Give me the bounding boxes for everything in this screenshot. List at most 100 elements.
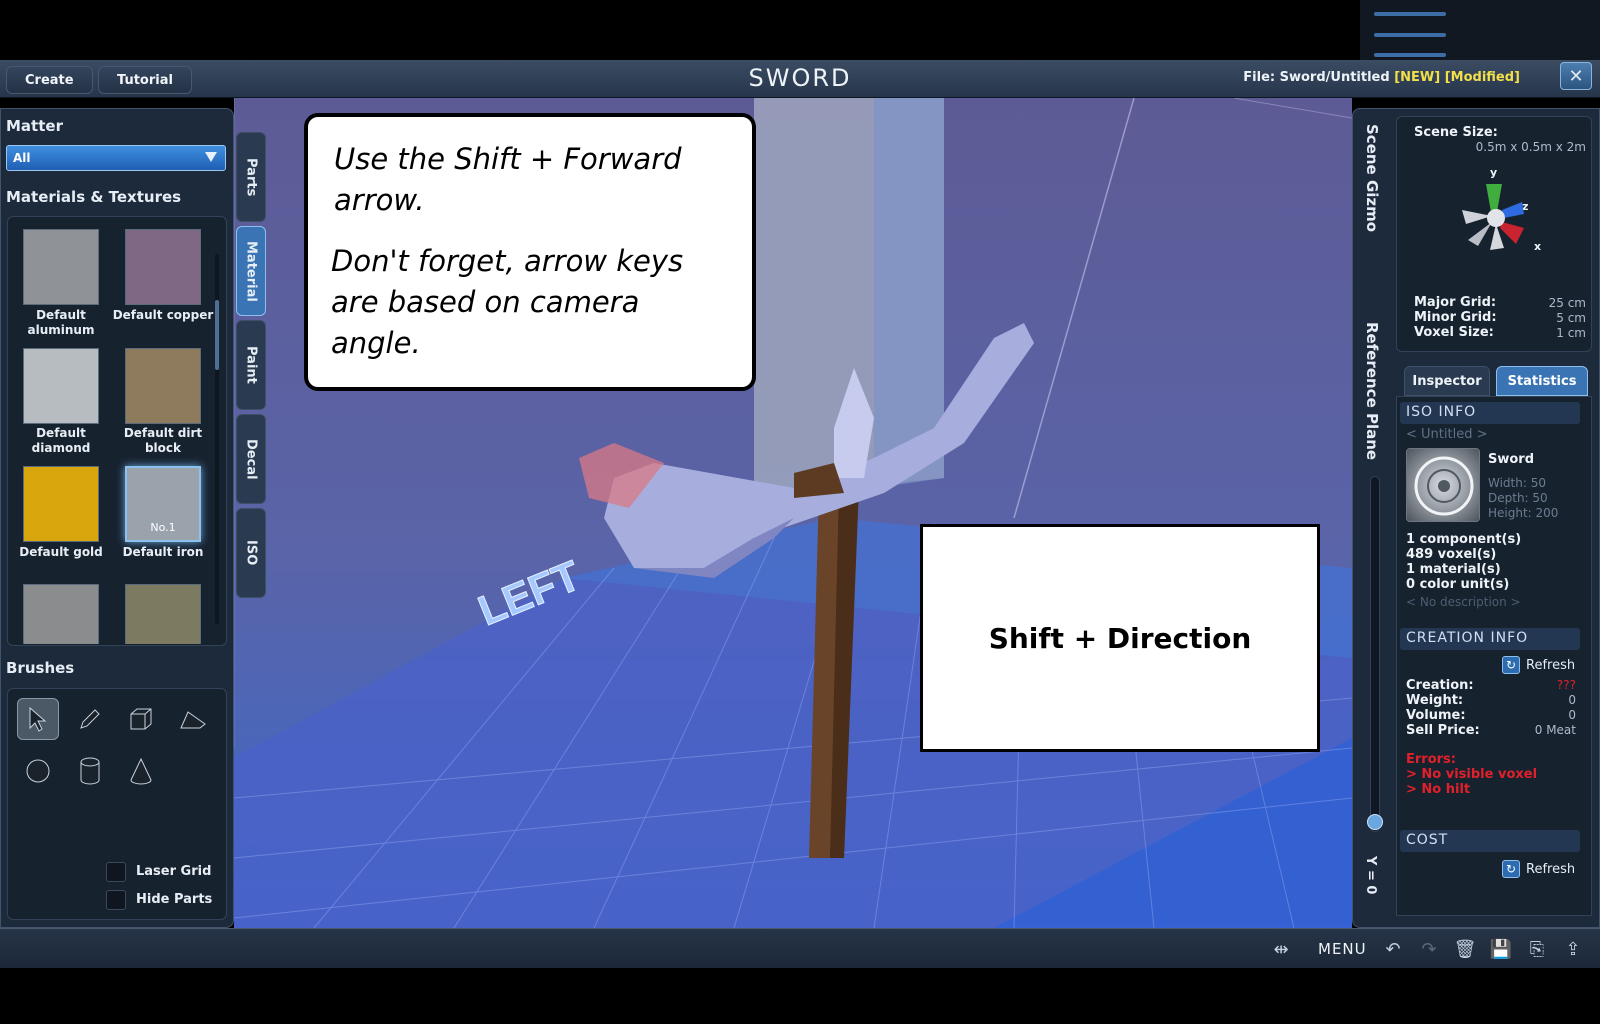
iso-untitled: < Untitled > bbox=[1406, 427, 1488, 442]
tab-statistics[interactable]: Statistics bbox=[1496, 366, 1588, 396]
material-swatch-diamond[interactable] bbox=[23, 348, 99, 424]
iso-info-heading: ISO INFO bbox=[1400, 402, 1580, 424]
axis-x-label: x bbox=[1534, 240, 1541, 253]
iso-thumbnail bbox=[1406, 448, 1480, 522]
tab-material-label: Material bbox=[243, 240, 259, 302]
close-button[interactable]: ✕ bbox=[1560, 62, 1592, 90]
callout-line-1: Use the Shift + Forward bbox=[334, 142, 682, 176]
material-swatch-copper[interactable] bbox=[125, 229, 201, 305]
scene-size-value: 0.5m x 0.5m x 2m bbox=[1475, 140, 1586, 154]
callout-line-4: are based on camera bbox=[331, 285, 640, 319]
hide-parts-label: Hide Parts bbox=[136, 892, 213, 907]
sphere-brush[interactable] bbox=[17, 750, 59, 792]
volume-value: 0 bbox=[1568, 708, 1576, 722]
tab-inspector[interactable]: Inspector bbox=[1404, 366, 1490, 396]
material-swatch-gold[interactable] bbox=[23, 466, 99, 542]
save-as-icon[interactable]: ⎘ bbox=[1524, 936, 1550, 962]
creation-label: Creation: bbox=[1406, 678, 1474, 693]
trash-icon[interactable]: 🗑 bbox=[1452, 936, 1478, 962]
tutorial-tab[interactable]: Tutorial bbox=[98, 66, 192, 94]
tab-paint-label: Paint bbox=[243, 346, 259, 384]
axis-gizmo-icon[interactable]: y z x bbox=[1456, 164, 1556, 260]
volume-label: Volume: bbox=[1406, 708, 1466, 723]
file-info: File: Sword/Untitled [NEW] [Modified] bbox=[1243, 70, 1520, 85]
cylinder-brush[interactable] bbox=[69, 750, 111, 792]
pencil-icon bbox=[80, 709, 100, 729]
refresh-icon: ↻ bbox=[1502, 860, 1520, 878]
corner-mini-panel bbox=[1360, 0, 1600, 60]
tab-decal-label: Decal bbox=[243, 438, 259, 480]
refresh-icon: ↻ bbox=[1502, 656, 1520, 674]
create-tab[interactable]: Create bbox=[6, 66, 93, 94]
minor-grid-label: Minor Grid: bbox=[1414, 310, 1497, 325]
redo-icon[interactable]: ↷ bbox=[1416, 936, 1442, 962]
file-path: Sword/Untitled bbox=[1279, 70, 1390, 85]
top-bar: Create Tutorial SWORD File: Sword/Untitl… bbox=[0, 60, 1600, 98]
material-swatch-partial[interactable] bbox=[23, 584, 99, 644]
file-prefix: File: bbox=[1243, 70, 1276, 85]
matter-heading: Matter bbox=[6, 117, 63, 135]
undo-icon[interactable]: ↶ bbox=[1380, 936, 1406, 962]
callout-line-3: Don't forget, arrow keys bbox=[331, 244, 684, 278]
creation-value: ??? bbox=[1556, 678, 1576, 692]
emblem-icon bbox=[1414, 456, 1474, 516]
export-icon[interactable]: ⇪ bbox=[1560, 936, 1586, 962]
tab-material[interactable]: Material bbox=[236, 226, 266, 316]
pencil-brush[interactable] bbox=[69, 698, 111, 740]
voxel-size-label: Voxel Size: bbox=[1414, 325, 1494, 340]
reference-plane-slider[interactable] bbox=[1370, 476, 1380, 832]
app-title: SWORD bbox=[748, 64, 852, 92]
tab-decal[interactable]: Decal bbox=[236, 414, 266, 504]
box-brush[interactable] bbox=[120, 698, 162, 740]
material-swatch-iron[interactable]: No.1 bbox=[125, 466, 201, 542]
shortcut-callout: Shift + Direction bbox=[920, 524, 1320, 752]
voxels-count: 489 voxel(s) bbox=[1406, 547, 1497, 562]
tab-iso[interactable]: ISO bbox=[236, 508, 266, 598]
material-swatch-aluminum[interactable] bbox=[23, 229, 99, 305]
voxel-size-value: 1 cm bbox=[1556, 326, 1586, 340]
cost-refresh-button[interactable]: ↻ Refresh bbox=[1502, 860, 1575, 878]
cube-icon bbox=[130, 708, 152, 730]
matter-dropdown[interactable]: All bbox=[6, 145, 226, 171]
material-label: Default dirt block bbox=[123, 426, 203, 455]
error-no-hilt: > No hilt bbox=[1406, 782, 1471, 797]
callout-line-5: angle. bbox=[331, 326, 421, 360]
minor-grid-value: 5 cm bbox=[1556, 311, 1586, 325]
sell-price-label: Sell Price: bbox=[1406, 723, 1480, 738]
iso-width: Width: 50 bbox=[1488, 476, 1546, 490]
hide-parts-checkbox[interactable] bbox=[106, 890, 126, 910]
tab-parts-label: Parts bbox=[243, 157, 259, 197]
wedge-brush[interactable] bbox=[172, 698, 214, 740]
materials-count: 1 material(s) bbox=[1406, 562, 1501, 577]
tab-parts[interactable]: Parts bbox=[236, 132, 266, 222]
chevron-down-icon bbox=[205, 152, 217, 162]
menu-button[interactable]: MENU bbox=[1318, 940, 1367, 958]
scene-gizmo-label: Scene Gizmo bbox=[1363, 124, 1381, 233]
axis-y-label: y bbox=[1490, 166, 1497, 179]
cone-brush[interactable] bbox=[120, 750, 162, 792]
materials-heading: Materials & Textures bbox=[6, 188, 182, 206]
creation-refresh-button[interactable]: ↻ Refresh bbox=[1502, 656, 1575, 674]
laser-grid-label: Laser Grid bbox=[136, 864, 212, 879]
laser-grid-checkbox[interactable] bbox=[106, 862, 126, 882]
mirror-icon[interactable]: ⇹ bbox=[1268, 936, 1294, 962]
callout-line-2: arrow. bbox=[334, 183, 425, 217]
iso-name: Sword bbox=[1488, 452, 1535, 467]
save-icon[interactable]: 💾 bbox=[1488, 936, 1514, 962]
select-brush[interactable] bbox=[17, 698, 59, 740]
creation-info-heading: CREATION INFO bbox=[1400, 628, 1580, 650]
components-count: 1 component(s) bbox=[1406, 532, 1522, 547]
error-no-visible-voxel: > No visible voxel bbox=[1406, 767, 1538, 782]
refresh-label: Refresh bbox=[1526, 657, 1576, 673]
material-swatch-dirt-block[interactable] bbox=[125, 348, 201, 424]
sell-price-value: 0 Meat bbox=[1534, 723, 1576, 737]
tab-paint[interactable]: Paint bbox=[236, 320, 266, 410]
material-swatch-partial[interactable] bbox=[125, 584, 201, 644]
reference-plane-knob[interactable] bbox=[1367, 814, 1383, 830]
major-grid-value: 25 cm bbox=[1548, 296, 1586, 310]
shortcut-text: Shift + Direction bbox=[988, 621, 1252, 655]
major-grid-label: Major Grid: bbox=[1414, 295, 1497, 310]
new-flag: [NEW] bbox=[1394, 70, 1441, 85]
iron-badge: No.1 bbox=[150, 521, 176, 534]
modified-flag: [Modified] bbox=[1444, 70, 1520, 85]
